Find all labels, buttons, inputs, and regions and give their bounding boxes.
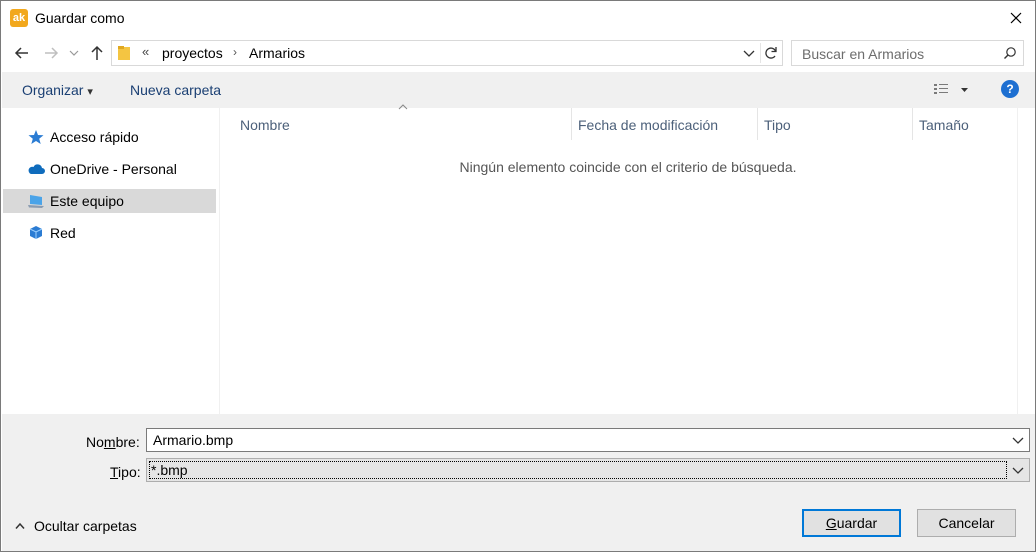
- filetype-label: Tipo:: [110, 464, 141, 480]
- filename-label-accesskey: m: [103, 434, 116, 450]
- chevron-up-icon: [15, 522, 25, 529]
- column-header-size[interactable]: Tamaño: [913, 108, 1017, 140]
- chevron-down-icon: [69, 50, 79, 56]
- save-label: uardar: [836, 515, 878, 531]
- list-edge: [1017, 108, 1018, 414]
- computer-icon: [28, 195, 44, 208]
- save-accesskey: G: [825, 515, 837, 531]
- hide-folders-button[interactable]: Ocultar carpetas: [15, 518, 137, 534]
- app-icon: ak: [10, 9, 28, 27]
- search-icon[interactable]: [1003, 46, 1017, 60]
- empty-list-message: Ningún elemento coincide con el criterio…: [459, 159, 797, 175]
- column-header-name[interactable]: Nombre: [220, 108, 571, 140]
- nav-item-network[interactable]: Red: [3, 221, 216, 245]
- filename-label-part: bre:: [115, 434, 140, 450]
- forward-button[interactable]: [41, 43, 61, 63]
- filename-label: Nombre:: [86, 434, 140, 450]
- filetype-label-part: ipo:: [118, 464, 141, 480]
- nav-label: Red: [50, 225, 76, 241]
- column-label: Tipo: [764, 117, 791, 133]
- details-view-icon: [934, 84, 968, 94]
- address-bar[interactable]: « proyectos › Armarios: [111, 40, 783, 66]
- filename-label-part: No: [86, 434, 104, 450]
- organize-label: Organizar: [22, 82, 84, 98]
- filetype-value: *.bmp: [151, 462, 188, 478]
- star-icon: [28, 130, 44, 144]
- nav-label: Acceso rápido: [50, 129, 139, 145]
- cloud-icon: [28, 164, 45, 174]
- breadcrumb-armarios[interactable]: Armarios: [249, 45, 305, 61]
- nav-label: OneDrive - Personal: [50, 161, 177, 177]
- search-input[interactable]: Buscar en Armarios: [802, 46, 924, 62]
- column-label: Tamaño: [919, 117, 969, 133]
- filename-input[interactable]: Armario.bmp: [153, 432, 233, 448]
- filetype-label-accesskey: T: [110, 464, 119, 480]
- navigation-pane: Acceso rápido OneDrive - Personal Este e…: [2, 108, 219, 414]
- command-bar: Organizar ▾ Nueva carpeta ?: [2, 72, 1035, 108]
- chevron-down-icon: [743, 50, 755, 57]
- nav-item-quick-access[interactable]: Acceso rápido: [3, 125, 216, 149]
- arrow-right-icon: [45, 47, 59, 59]
- title-bar: ak Guardar como: [1, 1, 1035, 35]
- breadcrumb-separator[interactable]: ›: [233, 45, 237, 59]
- arrow-up-icon: [91, 45, 103, 60]
- column-label: Nombre: [240, 117, 290, 133]
- window-title: Guardar como: [35, 10, 125, 26]
- save-button[interactable]: Guardar: [802, 509, 901, 537]
- folder-icon: [118, 46, 130, 60]
- chevron-down-icon[interactable]: [1011, 463, 1025, 477]
- save-options-panel: Nombre: Armario.bmp Tipo: *.bmp Ocultar …: [2, 414, 1035, 551]
- view-options-button[interactable]: [933, 82, 969, 98]
- address-dropdown-button[interactable]: [742, 45, 756, 61]
- refresh-button[interactable]: [760, 43, 780, 63]
- up-button[interactable]: [87, 43, 107, 63]
- column-header-date[interactable]: Fecha de modificación: [572, 108, 757, 140]
- new-folder-button[interactable]: Nueva carpeta: [130, 82, 221, 98]
- help-icon[interactable]: ?: [1001, 80, 1019, 98]
- close-icon: [1010, 12, 1022, 24]
- refresh-icon: [765, 47, 777, 59]
- save-as-dialog: ak Guardar como « proyectos › Armarios B…: [0, 0, 1036, 552]
- arrow-left-icon: [14, 47, 28, 59]
- network-icon: [29, 226, 43, 239]
- address-overflow[interactable]: «: [142, 44, 149, 59]
- nav-item-onedrive[interactable]: OneDrive - Personal: [3, 157, 216, 181]
- breadcrumb-proyectos[interactable]: proyectos: [162, 45, 223, 61]
- search-box[interactable]: Buscar en Armarios: [791, 40, 1024, 66]
- pane-divider[interactable]: [219, 108, 220, 414]
- nav-label: Este equipo: [50, 193, 124, 209]
- organize-button[interactable]: Organizar ▾: [22, 82, 93, 98]
- nav-item-this-pc[interactable]: Este equipo: [3, 189, 216, 213]
- close-button[interactable]: [1005, 7, 1027, 29]
- chevron-down-icon[interactable]: [1011, 433, 1025, 447]
- filetype-select[interactable]: *.bmp: [146, 458, 1030, 482]
- caret-down-icon: ▾: [87, 86, 93, 98]
- focus-rect: [149, 461, 1007, 479]
- back-button[interactable]: [12, 43, 32, 63]
- filename-field[interactable]: Armario.bmp: [146, 428, 1030, 452]
- recent-locations-button[interactable]: [67, 43, 81, 63]
- column-header-type[interactable]: Tipo: [758, 108, 912, 140]
- column-label: Fecha de modificación: [578, 117, 719, 133]
- hide-folders-label: Ocultar carpetas: [34, 518, 137, 534]
- cancel-button[interactable]: Cancelar: [917, 509, 1016, 537]
